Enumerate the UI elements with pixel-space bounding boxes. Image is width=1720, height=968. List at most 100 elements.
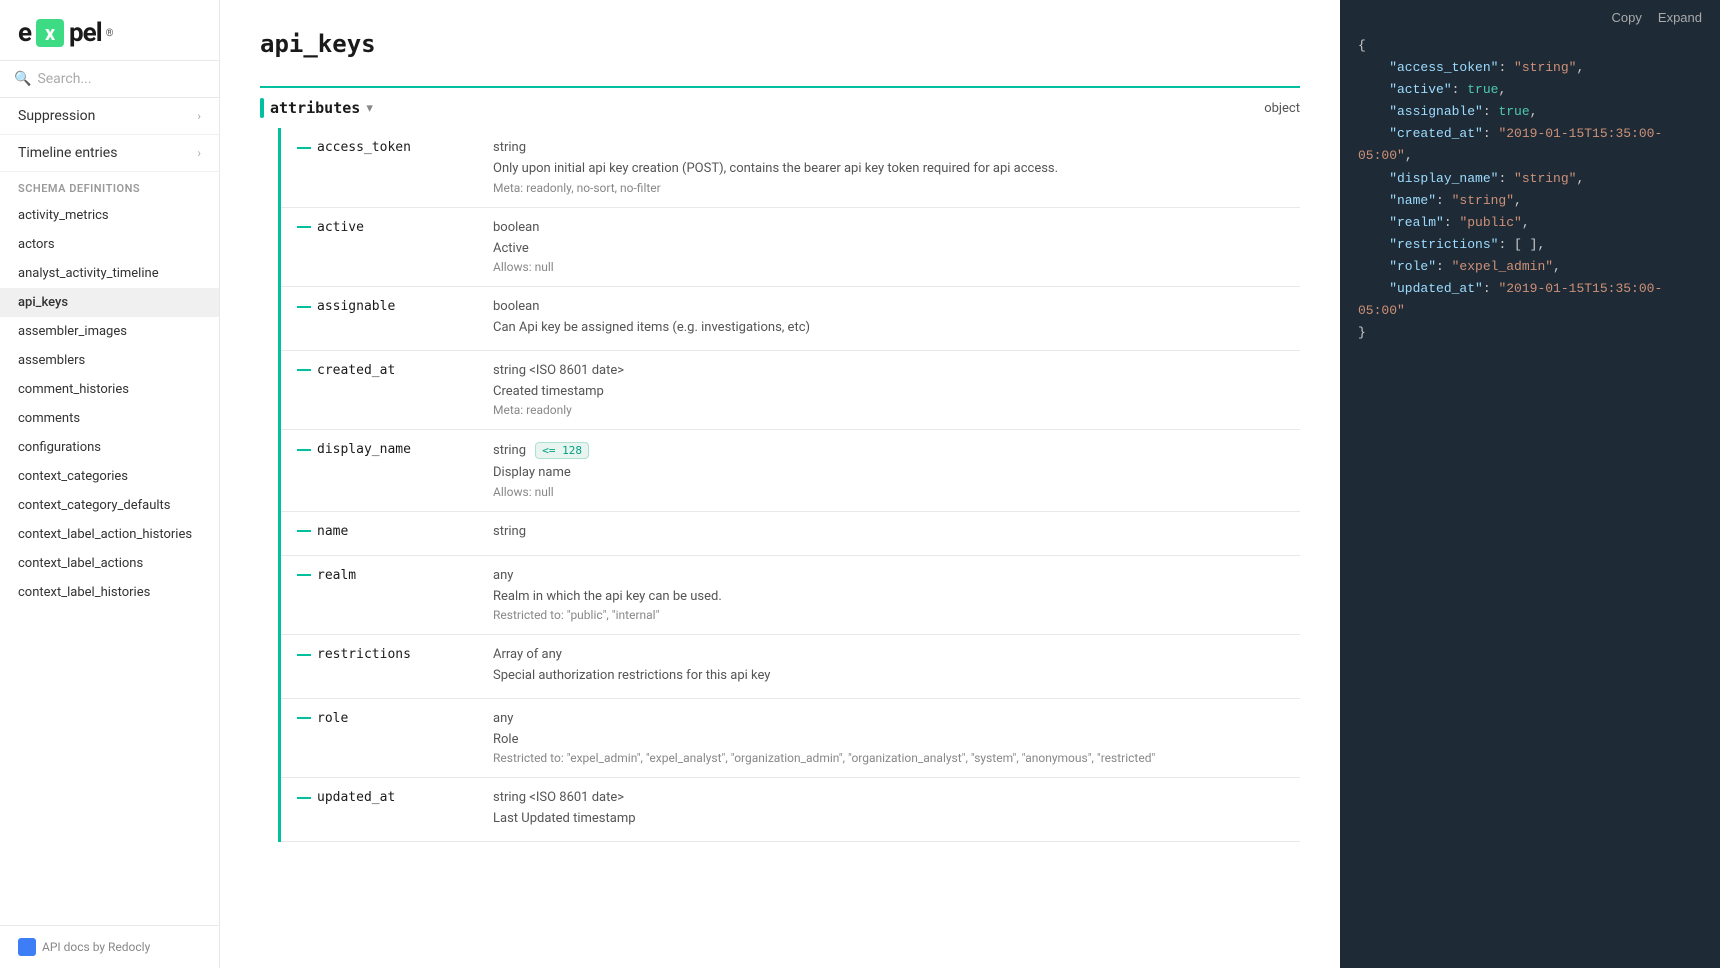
field-desc: Realm in which the api key can be used.	[493, 587, 1300, 607]
json-key: "access_token"	[1358, 60, 1498, 75]
sidebar: e x pel ® 🔍 Search... Suppression › Time…	[0, 0, 220, 968]
attr-bar	[260, 98, 264, 118]
attributes-header: attributes ▾ object	[260, 86, 1300, 128]
attributes-type: object	[1264, 101, 1300, 116]
fields-area: access_token string Only upon initial ap…	[260, 128, 1300, 842]
search-icon: 🔍	[14, 71, 31, 87]
chevron-right-icon: ›	[197, 146, 201, 160]
schema-item-comments[interactable]: comments	[0, 404, 219, 433]
search-box[interactable]: 🔍 Search...	[0, 61, 219, 98]
json-key: "assignable"	[1358, 104, 1483, 119]
field-details: boolean Active Allows: null	[493, 220, 1300, 275]
field-name: access_token	[317, 140, 411, 155]
field-type: any	[493, 711, 1300, 726]
field-row: access_token string Only upon initial ap…	[281, 128, 1300, 208]
field-type: any	[493, 568, 1300, 583]
json-key: "created_at"	[1358, 126, 1483, 141]
json-value: "string"	[1514, 171, 1576, 186]
field-row: display_name string <= 128 Display name …	[281, 430, 1300, 512]
field-name: name	[317, 524, 348, 539]
field-details: string <ISO 8601 date> Last Updated time…	[493, 790, 1300, 829]
field-details: Array of any Special authorization restr…	[493, 647, 1300, 686]
field-h-bar	[297, 574, 311, 576]
schema-item-context-label-histories[interactable]: context_label_histories	[0, 578, 219, 607]
field-details: any Realm in which the api key can be us…	[493, 568, 1300, 623]
field-name: active	[317, 220, 364, 235]
schema-item-context-label-actions[interactable]: context_label_actions	[0, 549, 219, 578]
field-row: role any Role Restricted to: "expel_admi…	[281, 699, 1300, 779]
main-content: api_keys attributes ▾ object access_toke…	[220, 0, 1340, 968]
chevron-right-icon: ›	[197, 109, 201, 123]
field-h-bar	[297, 449, 311, 451]
logo-prefix: e	[18, 18, 31, 48]
field-meta: Meta: readonly	[493, 403, 1300, 417]
redocly-icon	[18, 938, 36, 956]
field-type: string <ISO 8601 date>	[493, 363, 1300, 378]
schema-item-context-category-defaults[interactable]: context_category_defaults	[0, 491, 219, 520]
json-content: { "access_token": "string", "active": tr…	[1340, 35, 1720, 362]
field-meta: Meta: readonly, no-sort, no-filter	[493, 181, 1300, 195]
schema-item-actors[interactable]: actors	[0, 230, 219, 259]
field-h-bar	[297, 530, 311, 532]
field-name-col: display_name	[297, 442, 477, 457]
nav-timeline-entries[interactable]: Timeline entries ›	[0, 135, 219, 172]
schema-item-context-categories[interactable]: context_categories	[0, 462, 219, 491]
right-panel: Copy Expand { "access_token": "string", …	[1340, 0, 1720, 968]
field-row: realm any Realm in which the api key can…	[281, 556, 1300, 636]
schema-item-analyst-activity-timeline[interactable]: analyst_activity_timeline	[0, 259, 219, 288]
fields-container: access_token string Only upon initial ap…	[281, 128, 1300, 842]
field-h-bar	[297, 147, 311, 149]
page-title: api_keys	[260, 30, 1300, 58]
copy-button[interactable]: Copy	[1612, 10, 1642, 25]
field-details: string <ISO 8601 date> Created timestamp…	[493, 363, 1300, 418]
json-key: "restrictions"	[1358, 237, 1498, 252]
nav-suppression[interactable]: Suppression ›	[0, 98, 219, 135]
field-meta: Restricted to: "expel_admin", "expel_ana…	[493, 751, 1300, 765]
field-type: string <= 128	[493, 442, 1300, 459]
field-badge: <= 128	[535, 442, 589, 459]
field-name: assignable	[317, 299, 395, 314]
expand-button[interactable]: Expand	[1658, 10, 1702, 25]
field-h-bar	[297, 226, 311, 228]
schema-item-assembler-images[interactable]: assembler_images	[0, 317, 219, 346]
schema-item-context-label-action-histories[interactable]: context_label_action_histories	[0, 520, 219, 549]
json-value: "expel_admin"	[1452, 259, 1553, 274]
schema-item-comment-histories[interactable]: comment_histories	[0, 375, 219, 404]
schema-item-activity-metrics[interactable]: activity_metrics	[0, 201, 219, 230]
field-h-bar	[297, 369, 311, 371]
field-name-col: created_at	[297, 363, 477, 378]
field-h-bar	[297, 717, 311, 719]
field-details: string	[493, 524, 1300, 543]
schema-item-api-keys[interactable]: api_keys	[0, 288, 219, 317]
schema-item-configurations[interactable]: configurations	[0, 433, 219, 462]
field-name: restrictions	[317, 647, 411, 662]
json-value: "public"	[1459, 215, 1521, 230]
schema-section-label: SCHEMA DEFINITIONS	[0, 172, 219, 201]
field-desc: Role	[493, 730, 1300, 750]
search-placeholder: Search...	[37, 71, 91, 87]
field-row: assignable boolean Can Api key be assign…	[281, 287, 1300, 351]
field-meta: Allows: null	[493, 260, 1300, 274]
field-desc: Last Updated timestamp	[493, 809, 1300, 829]
schema-item-assemblers[interactable]: assemblers	[0, 346, 219, 375]
field-row: updated_at string <ISO 8601 date> Last U…	[281, 778, 1300, 842]
attributes-label: attributes	[270, 99, 360, 117]
field-name: realm	[317, 568, 356, 583]
field-name-col: realm	[297, 568, 477, 583]
field-details: any Role Restricted to: "expel_admin", "…	[493, 711, 1300, 766]
json-value: true	[1498, 104, 1529, 119]
api-docs-footer: API docs by Redocly	[0, 925, 219, 968]
field-name: created_at	[317, 363, 395, 378]
attributes-toggle[interactable]: ▾	[366, 101, 373, 116]
field-row: created_at string <ISO 8601 date> Create…	[281, 351, 1300, 431]
json-open-brace: {	[1358, 38, 1366, 53]
logo-area: e x pel ®	[0, 0, 219, 61]
json-close-brace: }	[1358, 325, 1366, 340]
field-row: name string	[281, 512, 1300, 556]
field-desc: Only upon initial api key creation (POST…	[493, 159, 1300, 179]
field-row: restrictions Array of any Special author…	[281, 635, 1300, 699]
field-name-col: restrictions	[297, 647, 477, 662]
field-name-col: updated_at	[297, 790, 477, 805]
json-value: [ ],	[1514, 237, 1545, 252]
field-h-bar	[297, 654, 311, 656]
